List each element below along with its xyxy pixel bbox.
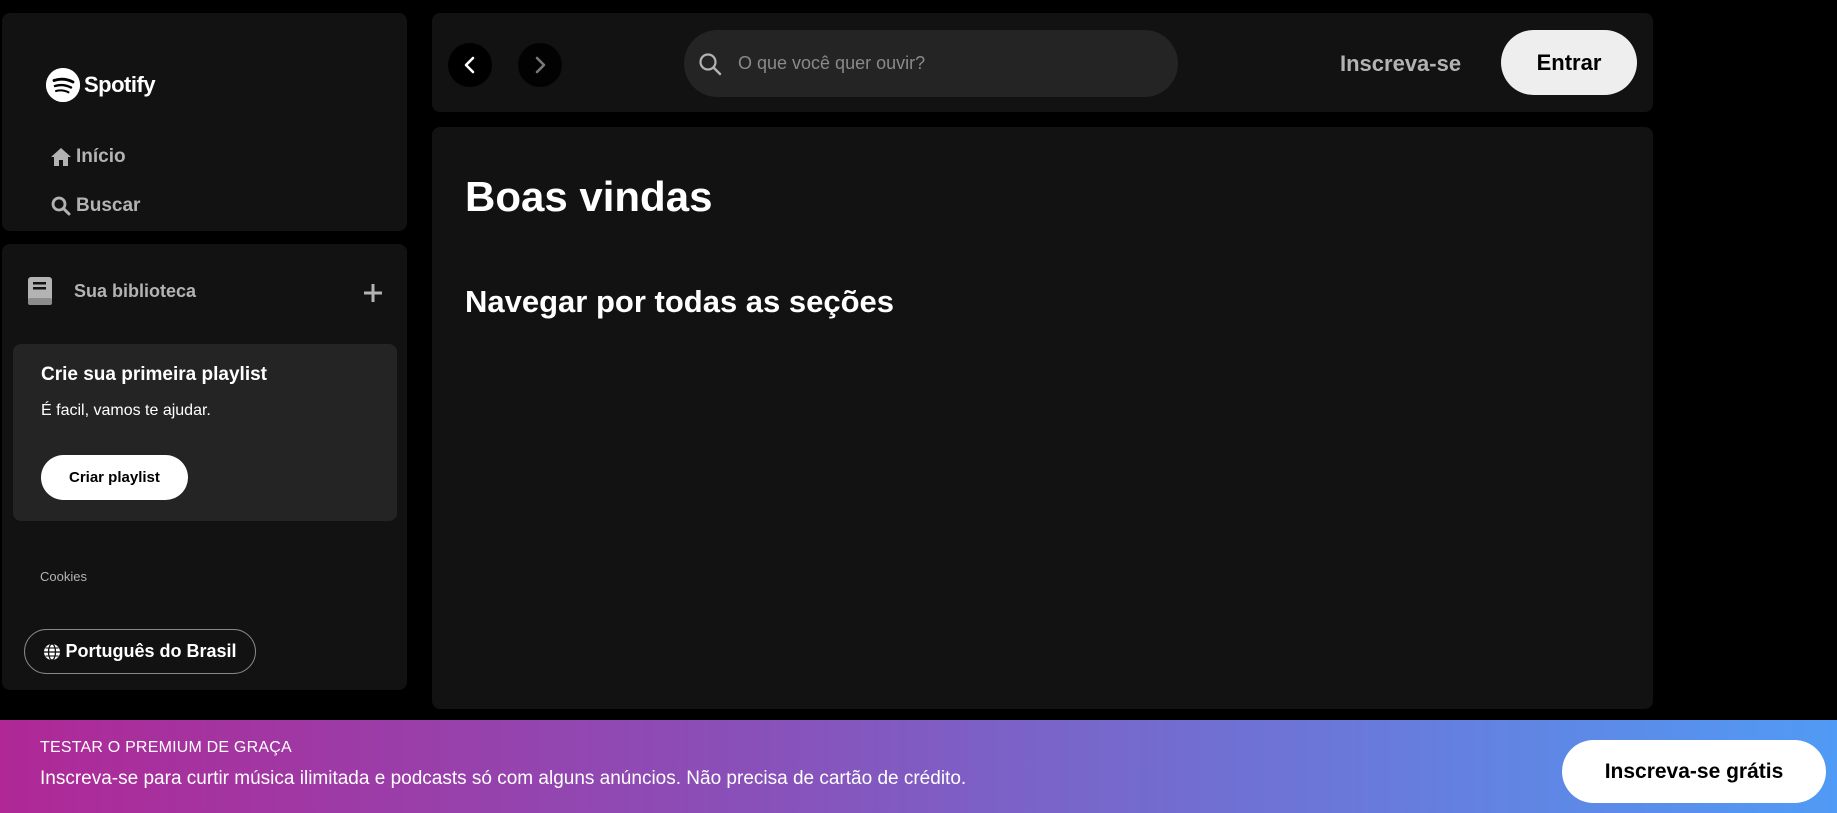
search-icon bbox=[50, 195, 72, 217]
back-button[interactable] bbox=[448, 43, 492, 87]
card-subtitle: É facil, vamos te ajudar. bbox=[41, 402, 211, 419]
signup-free-button[interactable]: Inscreva-se grátis bbox=[1562, 740, 1826, 803]
search-input[interactable] bbox=[736, 30, 1156, 97]
top-bar: Inscreva-se Entrar bbox=[432, 13, 1653, 112]
banner-kicker: TESTAR O PREMIUM DE GRAÇA bbox=[40, 739, 292, 756]
create-playlist-button[interactable]: Criar playlist bbox=[41, 455, 188, 500]
library-icon bbox=[26, 275, 54, 307]
search-icon bbox=[698, 52, 722, 76]
spotify-logo-icon bbox=[46, 68, 80, 102]
forward-button[interactable] bbox=[518, 43, 562, 87]
spotify-logo[interactable]: Spotify bbox=[46, 67, 156, 103]
sidebar-item-search[interactable]: Buscar bbox=[50, 191, 140, 221]
premium-banner[interactable]: TESTAR O PREMIUM DE GRAÇA Inscreva-se pa… bbox=[0, 720, 1837, 813]
library-header[interactable]: Sua biblioteca bbox=[26, 274, 196, 308]
sidebar-item-label: Início bbox=[76, 146, 126, 167]
add-playlist-button[interactable] bbox=[358, 278, 388, 308]
banner-text: Inscreva-se para curtir música ilimitada… bbox=[40, 768, 967, 789]
plus-icon bbox=[364, 284, 382, 302]
cookies-link[interactable]: Cookies bbox=[40, 569, 87, 584]
create-playlist-card: Crie sua primeira playlist É facil, vamo… bbox=[13, 344, 397, 521]
page-title: Boas vindas bbox=[465, 173, 713, 220]
globe-icon bbox=[43, 642, 61, 661]
search-bar[interactable] bbox=[684, 30, 1178, 97]
home-icon bbox=[50, 146, 72, 168]
card-title: Crie sua primeira playlist bbox=[41, 364, 267, 385]
language-button[interactable]: Português do Brasil bbox=[24, 629, 256, 674]
library-title: Sua biblioteca bbox=[74, 280, 197, 301]
chevron-left-icon bbox=[464, 56, 475, 74]
login-button[interactable]: Entrar bbox=[1501, 30, 1637, 95]
main-content: Boas vindas Navegar por todas as seções bbox=[432, 127, 1653, 709]
language-label: Português do Brasil bbox=[65, 641, 237, 661]
chevron-right-icon bbox=[535, 56, 546, 74]
spotify-wordmark: Spotify bbox=[84, 72, 156, 97]
section-title: Navegar por todas as seções bbox=[465, 284, 895, 319]
signup-link[interactable]: Inscreva-se bbox=[1340, 51, 1461, 77]
library-panel: Sua biblioteca Crie sua primeira playlis… bbox=[2, 244, 407, 690]
sidebar-nav-panel: Spotify Início Buscar bbox=[2, 13, 407, 231]
sidebar-item-home[interactable]: Início bbox=[50, 142, 126, 172]
sidebar-item-label: Buscar bbox=[76, 195, 141, 216]
